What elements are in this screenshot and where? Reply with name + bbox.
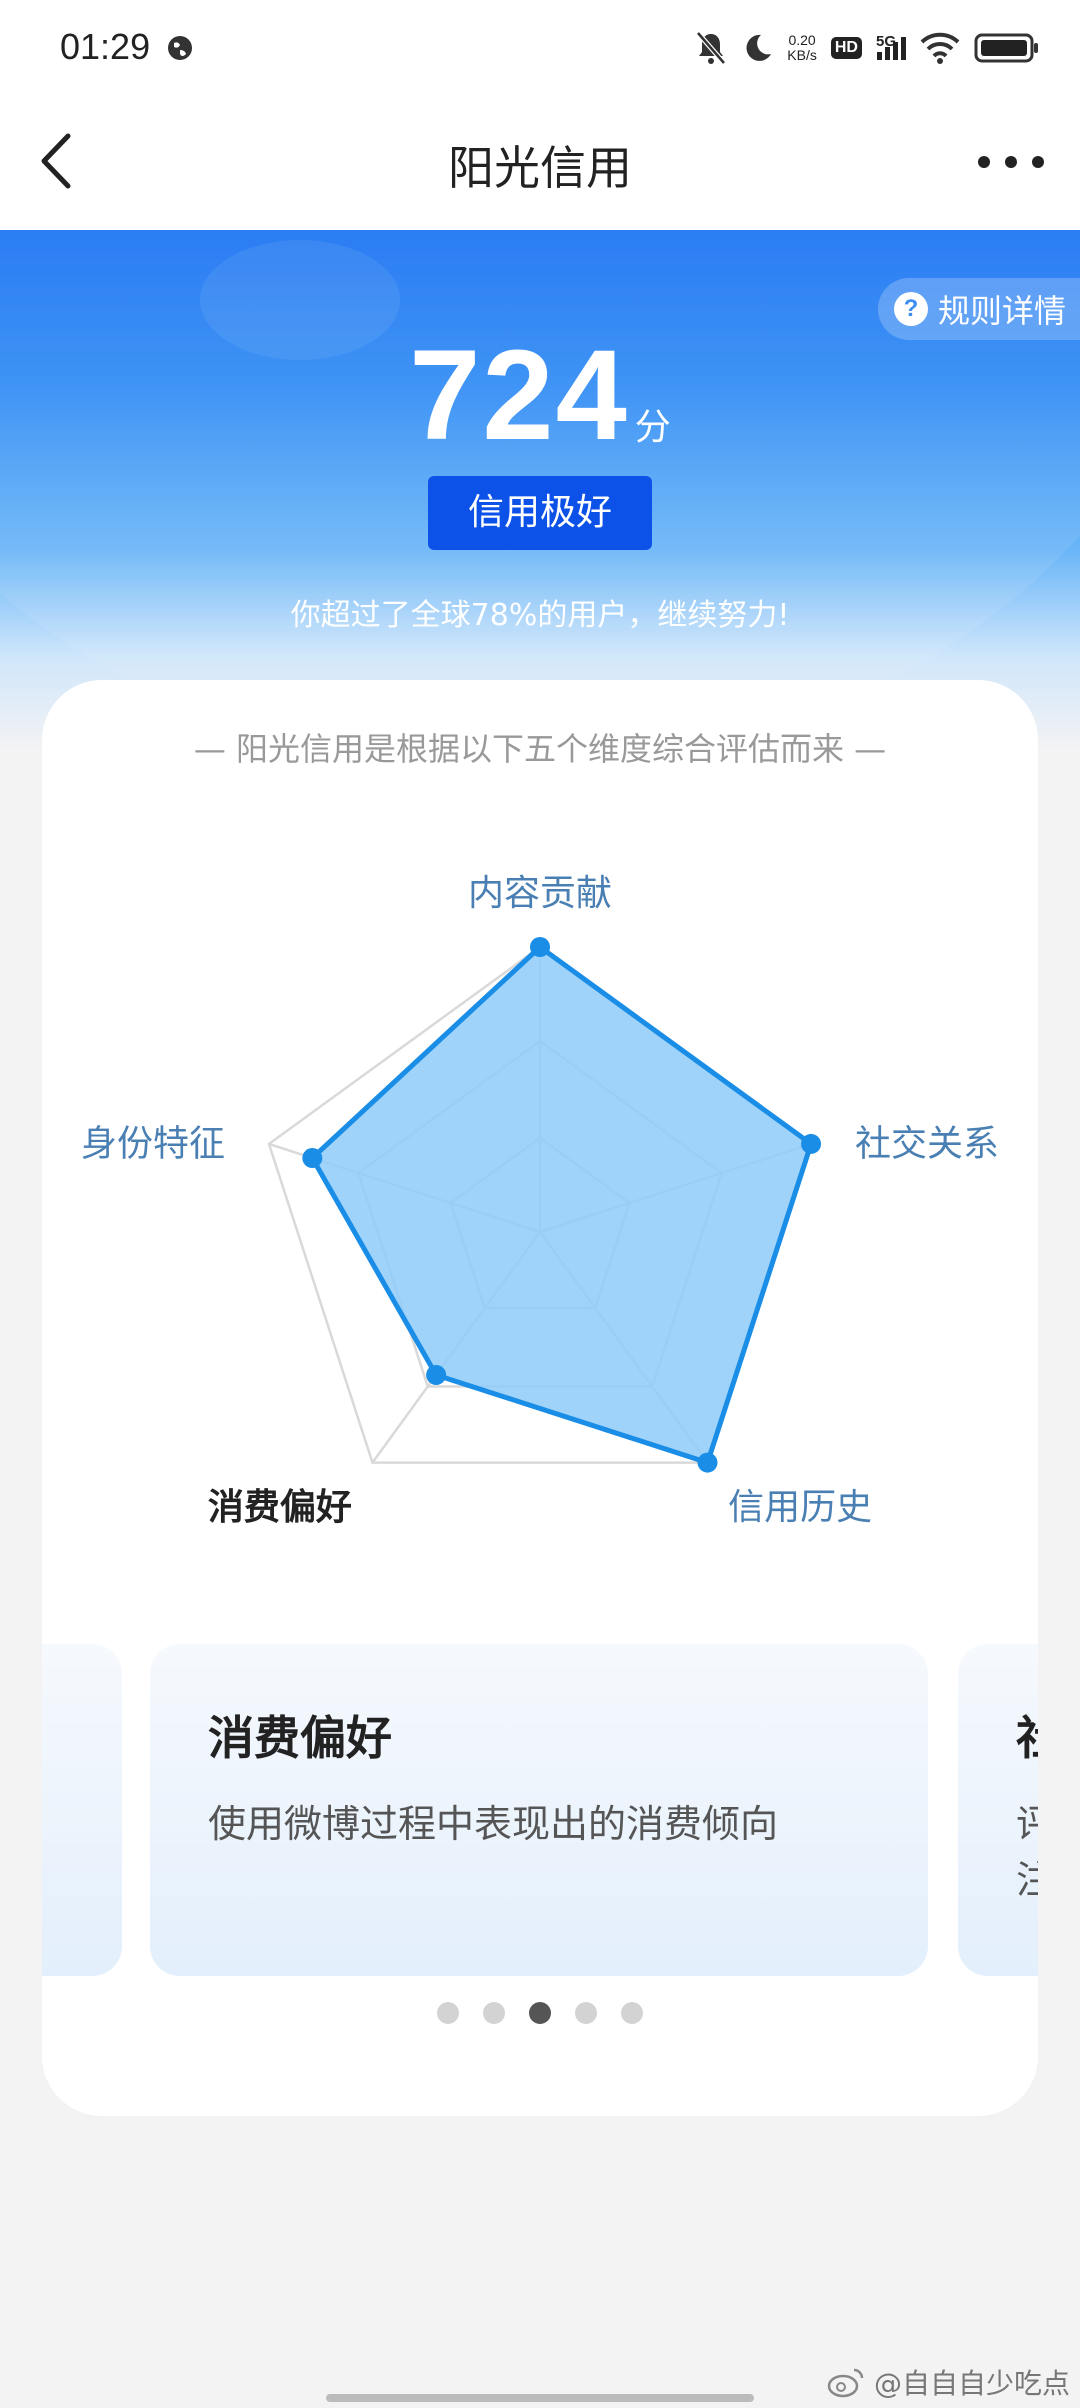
score-hero: ? 规则详情 724 分 信用极好 你超过了全球78%的用户，继续努力! (0, 230, 1080, 750)
score-unit: 分 (634, 407, 671, 448)
slide-title: 消费偏好 (208, 1711, 392, 1765)
bell-off-icon (696, 31, 727, 65)
pagination-dot[interactable] (437, 2002, 459, 2024)
radar-point-4 (426, 1364, 447, 1385)
radar-point-5 (302, 1148, 323, 1169)
more-icon[interactable] (972, 132, 1050, 192)
network-speed: 0.20 KB/s (787, 32, 817, 63)
radar-label-4[interactable]: 消费偏好 (208, 1487, 352, 1528)
pagination-dot[interactable] (621, 2002, 643, 2024)
pagination-dot[interactable] (529, 2002, 551, 2024)
carousel-slide-current[interactable]: 消费偏好 使用微博过程中表现出的消费倾向 (150, 1644, 928, 1976)
hd-badge: HD (830, 37, 862, 59)
radar-point-3 (697, 1452, 718, 1473)
status-icons: 0.20 KB/s HD 5G (695, 26, 1040, 70)
moon-icon (746, 34, 772, 61)
pagination-dot[interactable] (575, 2002, 597, 2024)
page-title: 阳光信用 (448, 141, 632, 195)
wifi-icon (920, 32, 960, 64)
credit-level-badge: 信用极好 (428, 476, 652, 550)
radar-label-2[interactable]: 社交关系 (855, 1124, 999, 1165)
radar-point-2 (801, 1133, 822, 1154)
carousel-slide-next[interactable]: 社交关系 评 注 (958, 1644, 1038, 1976)
slide-desc: 使用微博过程中表现出的消费倾向 (208, 1802, 779, 1846)
battery-icon (974, 33, 1038, 63)
radar-data-area (309, 944, 814, 1466)
question-icon: ? (893, 292, 928, 326)
weibo-logo-icon (827, 2368, 864, 2398)
watermark: @自自自少吃点 (826, 2362, 1070, 2402)
dimensions-card: — 阳光信用是根据以下五个维度综合评估而来 — 内容贡献 社交关系 信用历史 消费偏好… (42, 680, 1038, 2116)
network-type: 5G (875, 32, 896, 50)
carousel-pagination (42, 2002, 1038, 2024)
score-ranking-text: 你超过了全球78%的用户，继续努力! (290, 598, 790, 633)
carousel-slide-prev[interactable] (42, 1644, 122, 1976)
score-value: 724 (409, 324, 629, 467)
radar-label-5[interactable]: 身份特征 (81, 1124, 225, 1165)
credit-score: 724 分 (0, 322, 1080, 469)
radar-label-1[interactable]: 内容贡献 (468, 873, 612, 914)
radar-label-3[interactable]: 信用历史 (728, 1487, 872, 1528)
globe-icon (168, 36, 192, 60)
pagination-dot[interactable] (483, 2002, 505, 2024)
signal-icon: 5G (876, 33, 906, 60)
radar-chart: 内容贡献社交关系信用历史 消费偏好 身份特征 (81, 873, 999, 1528)
watermark-text: @自自自少吃点 (873, 2367, 1070, 2400)
nav-bar: 阳光信用 (0, 96, 1080, 230)
slide-title: 社交关系 (1016, 1702, 1038, 1768)
dimension-carousel[interactable]: 消费偏好 使用微博过程中表现出的消费倾向 社交关系 评 注 (42, 1644, 1038, 1976)
home-indicator[interactable] (326, 2394, 754, 2402)
status-time: 01:29 (60, 26, 151, 67)
radar-point-1 (530, 937, 550, 957)
status-bar: 01:29 0.20 KB/s HD 5G (0, 0, 1080, 96)
slide-desc: 评 注 (1016, 1802, 1038, 1902)
